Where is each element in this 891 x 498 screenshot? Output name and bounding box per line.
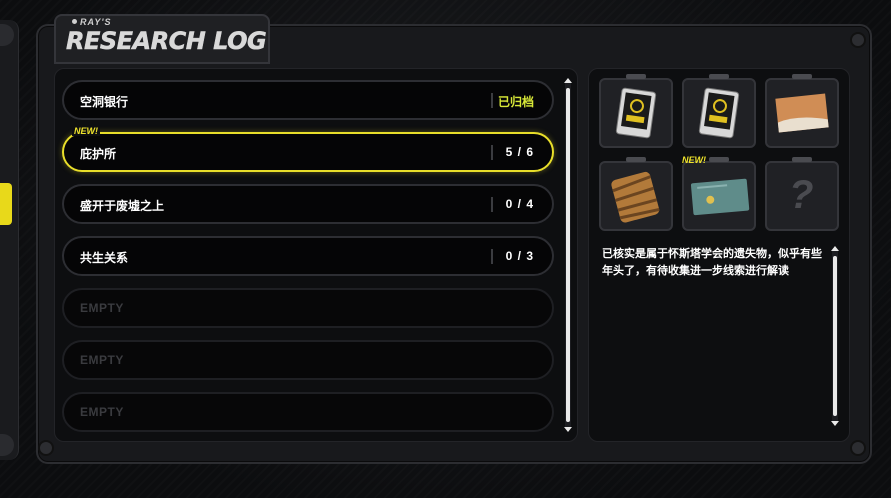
description-scrollbar[interactable] xyxy=(831,246,839,426)
slot-tag xyxy=(626,74,646,79)
log-entry-row[interactable]: 空洞银行 已归档 xyxy=(62,80,554,120)
empty-label: EMPTY xyxy=(80,405,124,419)
slot-tag xyxy=(626,157,646,162)
empty-log-slot: EMPTY xyxy=(62,392,554,432)
item-description: 已核实是属于怀斯塔学会的遗失物，似乎有些年头了，有待收集进一步线索进行解读 xyxy=(602,248,822,277)
log-entry-progress: 0 / 4 xyxy=(505,197,534,211)
teal-card-icon xyxy=(690,178,750,216)
scroll-thumb[interactable] xyxy=(833,256,837,416)
log-entry-row[interactable]: 共生关系 0 / 3 xyxy=(62,236,554,276)
new-badge: NEW! xyxy=(682,155,706,165)
scroll-thumb[interactable] xyxy=(566,88,570,422)
item-slot[interactable] xyxy=(682,74,756,148)
frame-bolt xyxy=(850,440,866,456)
item-slot[interactable] xyxy=(599,157,673,231)
item-slot-locked[interactable]: ? xyxy=(765,157,839,231)
scroll-up-icon[interactable] xyxy=(564,78,572,83)
empty-log-slot: EMPTY xyxy=(62,288,554,328)
row-divider xyxy=(491,93,493,108)
scroll-down-icon[interactable] xyxy=(564,427,572,432)
page-title: RESEARCH LOG xyxy=(66,27,267,56)
brand-label: RAY'S xyxy=(72,17,111,27)
slot-tag xyxy=(709,74,729,79)
log-entry-status: 已归档 xyxy=(497,95,534,109)
scroll-up-icon[interactable] xyxy=(831,246,839,251)
frame-bolt xyxy=(850,32,866,48)
item-slot[interactable] xyxy=(682,157,756,231)
log-entry-name: 共生关系 xyxy=(80,251,129,265)
side-active-tab[interactable] xyxy=(0,183,12,225)
paper-document-icon xyxy=(775,93,829,133)
log-entry-name: 庇护所 xyxy=(80,147,117,161)
slot-tag xyxy=(792,157,812,162)
tape-cartridge-icon xyxy=(615,87,657,139)
empty-label: EMPTY xyxy=(80,353,124,367)
item-slot[interactable] xyxy=(599,74,673,148)
row-divider xyxy=(491,197,493,212)
slot-tag xyxy=(792,74,812,79)
log-entry-progress: 5 / 6 xyxy=(505,145,534,159)
log-entry-name: 盛开于废墟之上 xyxy=(80,199,165,213)
scroll-down-icon[interactable] xyxy=(831,421,839,426)
empty-label: EMPTY xyxy=(80,301,124,315)
row-divider xyxy=(491,145,493,160)
frame-bolt xyxy=(38,440,54,456)
wrapped-bundle-icon xyxy=(611,171,660,223)
log-list-scrollbar[interactable] xyxy=(564,78,572,432)
new-badge: NEW! xyxy=(72,126,100,136)
slot-tag xyxy=(709,157,729,162)
log-entry-row-selected[interactable]: 庇护所 5 / 6 xyxy=(62,132,554,172)
row-divider xyxy=(491,249,493,264)
side-menu-strip xyxy=(0,20,19,460)
log-entry-row[interactable]: 盛开于废墟之上 0 / 4 xyxy=(62,184,554,224)
log-entry-name: 空洞银行 xyxy=(80,95,129,109)
log-entry-progress: 0 / 3 xyxy=(505,249,534,263)
unknown-question-icon: ? xyxy=(789,173,814,217)
empty-log-slot: EMPTY xyxy=(62,340,554,380)
tape-cartridge-icon xyxy=(698,87,740,139)
item-slot[interactable] xyxy=(765,74,839,148)
